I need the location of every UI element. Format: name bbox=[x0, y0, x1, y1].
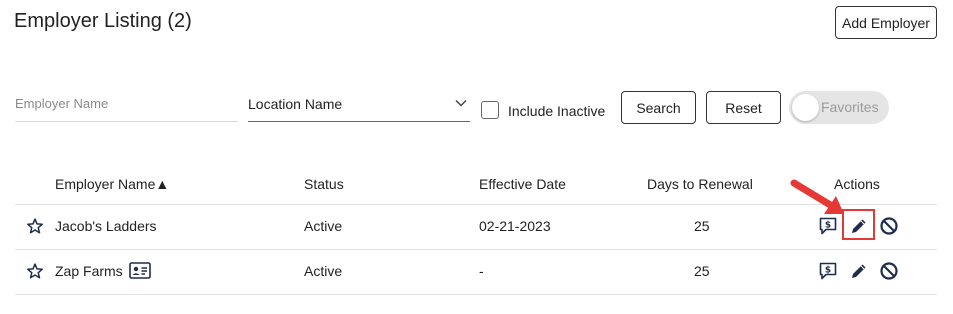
employer-name-cell[interactable]: Zap Farms bbox=[55, 263, 123, 279]
id-card-icon[interactable] bbox=[129, 262, 151, 279]
dollar-chat-icon[interactable]: $ bbox=[818, 261, 838, 281]
svg-text:$: $ bbox=[825, 221, 831, 231]
pencil-icon[interactable] bbox=[849, 261, 869, 281]
status-cell: Active bbox=[304, 218, 343, 234]
chevron-down-icon bbox=[455, 99, 467, 107]
effective-date-cell: - bbox=[479, 263, 484, 279]
ban-icon[interactable] bbox=[879, 261, 899, 281]
column-header-status: Status bbox=[304, 176, 344, 192]
effective-date-cell: 02-21-2023 bbox=[479, 218, 551, 234]
star-outline-icon[interactable] bbox=[26, 217, 44, 235]
svg-text:$: $ bbox=[825, 266, 831, 276]
toggle-knob bbox=[792, 94, 819, 121]
employer-name-input[interactable] bbox=[15, 86, 238, 122]
employer-name-cell[interactable]: Jacob's Ladders bbox=[55, 218, 157, 234]
status-cell: Active bbox=[304, 263, 343, 279]
location-select-label: Location Name bbox=[248, 96, 343, 112]
favorites-label: Favorites bbox=[821, 99, 879, 115]
ban-icon[interactable] bbox=[879, 216, 899, 236]
days-to-renewal-cell: 25 bbox=[694, 263, 710, 279]
include-inactive-checkbox[interactable] bbox=[481, 101, 499, 119]
star-outline-icon[interactable] bbox=[26, 262, 44, 280]
sort-asc-icon: ▲ bbox=[155, 176, 170, 192]
include-inactive-label: Include Inactive bbox=[508, 103, 606, 119]
add-employer-button[interactable]: Add Employer bbox=[835, 6, 937, 39]
page-title: Employer Listing (2) bbox=[14, 10, 192, 32]
row-divider bbox=[15, 249, 937, 250]
column-header-effective-date: Effective Date bbox=[479, 176, 566, 192]
column-header-days-to-renewal: Days to Renewal bbox=[647, 176, 753, 192]
employer-name-header-label: Employer Name bbox=[55, 176, 156, 192]
location-name-select[interactable]: Location Name bbox=[248, 86, 470, 122]
favorites-toggle[interactable]: Favorites bbox=[789, 91, 889, 124]
annotation-arrow-icon bbox=[790, 179, 844, 214]
days-to-renewal-cell: 25 bbox=[694, 218, 710, 234]
search-button[interactable]: Search bbox=[621, 91, 696, 124]
reset-button[interactable]: Reset bbox=[706, 91, 781, 124]
column-header-employer-name[interactable]: Employer Name▲ bbox=[55, 176, 169, 192]
row-divider bbox=[15, 294, 937, 295]
